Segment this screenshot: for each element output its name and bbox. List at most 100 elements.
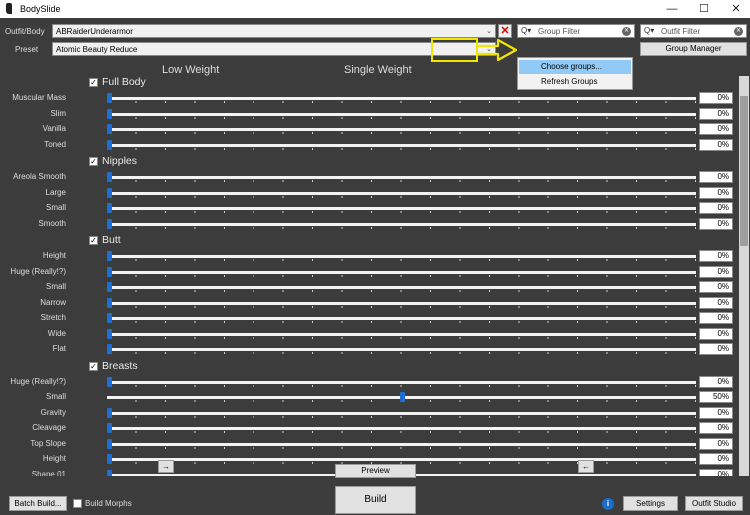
slider-value-field[interactable]: 0%	[699, 422, 733, 434]
slider-track[interactable]	[107, 332, 696, 336]
slider-track[interactable]	[107, 207, 696, 210]
slider-track[interactable]	[107, 97, 696, 100]
slider-value-field[interactable]: 0%	[699, 296, 733, 309]
slider-track[interactable]	[107, 112, 696, 116]
slider-track[interactable]	[107, 128, 696, 131]
slider-track[interactable]	[107, 143, 696, 147]
slider-thumb[interactable]	[107, 124, 112, 134]
group-manager-button[interactable]: Group Manager	[640, 42, 747, 56]
preview-button[interactable]: Preview	[335, 464, 416, 478]
slider-value-field[interactable]: 0%	[699, 217, 733, 230]
slider-value-field[interactable]: 0%	[699, 138, 733, 151]
slider-thumb[interactable]	[107, 407, 112, 418]
slider-value-field[interactable]: 0%	[699, 265, 733, 278]
slider-label: Large	[45, 187, 66, 197]
slider-track[interactable]	[107, 442, 696, 446]
slider-value-field[interactable]: 0%	[699, 453, 733, 465]
slider-track[interactable]	[107, 458, 696, 461]
slider-value-field[interactable]: 0%	[699, 406, 733, 419]
outfit-studio-button[interactable]: Outfit Studio	[685, 496, 743, 511]
window-title: BodySlide	[20, 4, 61, 14]
slider-track[interactable]	[107, 191, 696, 195]
slider-thumb[interactable]	[107, 344, 112, 354]
slider-value-field[interactable]: 0%	[699, 186, 733, 199]
slider-thumb[interactable]	[107, 93, 112, 103]
clear-icon[interactable]: ✕	[734, 27, 743, 36]
batch-build-button[interactable]: Batch Build...	[9, 496, 67, 511]
slider-thumb[interactable]	[107, 438, 112, 449]
group-checkbox[interactable]: ✓	[89, 157, 98, 166]
close-window-button[interactable]: ✕	[720, 0, 750, 18]
scrollbar-thumb[interactable]	[740, 96, 748, 246]
slider-thumb[interactable]	[107, 266, 112, 277]
slider-thumb[interactable]	[107, 218, 112, 229]
slider-value-field[interactable]: 0%	[699, 468, 733, 476]
slider-row: Muscular Mass 0%	[0, 91, 738, 106]
slider-thumb[interactable]	[107, 251, 112, 261]
slider-thumb[interactable]	[107, 469, 112, 476]
slider-thumb[interactable]	[107, 454, 112, 464]
slider-row: Gravity 0%	[0, 406, 738, 421]
slider-value-field[interactable]: 0%	[699, 123, 733, 135]
slider-value-field[interactable]: 0%	[699, 343, 733, 355]
slider-thumb[interactable]	[107, 172, 112, 182]
slider-track[interactable]	[107, 270, 696, 274]
settings-button[interactable]: Settings	[623, 496, 678, 511]
title-bar: BodySlide — ☐ ✕	[0, 0, 750, 18]
vertical-scrollbar[interactable]	[739, 76, 749, 476]
slider-track[interactable]	[107, 255, 696, 258]
slider-track[interactable]	[107, 222, 696, 226]
slider-thumb[interactable]	[107, 328, 112, 339]
slider-thumb[interactable]	[107, 187, 112, 198]
group-filter-input[interactable]: Q▾ Group Filter ✕	[517, 24, 635, 38]
group-checkbox[interactable]: ✓	[89, 78, 98, 87]
slider-label: Flat	[52, 344, 66, 353]
build-button[interactable]: Build	[335, 486, 416, 514]
slider-track[interactable]	[107, 411, 696, 415]
slider-value-field[interactable]: 0%	[699, 202, 733, 214]
slider-value-field[interactable]: 0%	[699, 437, 733, 450]
outfit-filter-input[interactable]: Q▾ Outfit Filter ✕	[640, 24, 747, 38]
maximize-button[interactable]: ☐	[688, 0, 720, 18]
group-checkbox[interactable]: ✓	[89, 361, 98, 371]
copy-low-to-high-button[interactable]: →	[158, 460, 174, 473]
slider-ticks	[107, 259, 696, 261]
slider-thumb[interactable]	[399, 392, 405, 402]
slider-row: Narrow 0%	[0, 296, 738, 311]
slider-track[interactable]	[107, 427, 696, 430]
slider-value-field[interactable]: 0%	[699, 92, 733, 104]
slider-thumb[interactable]	[107, 313, 112, 323]
build-morphs-checkbox[interactable]	[73, 499, 82, 508]
slider-track[interactable]	[107, 348, 696, 351]
slider-value-field[interactable]: 0%	[699, 171, 733, 183]
slider-track[interactable]	[107, 317, 696, 320]
slider-thumb[interactable]	[107, 282, 112, 292]
slider-ticks	[107, 321, 696, 323]
slider-track[interactable]	[107, 301, 696, 305]
slider-thumb[interactable]	[107, 297, 112, 308]
slider-thumb[interactable]	[107, 376, 112, 387]
slider-thumb[interactable]	[107, 139, 112, 150]
slider-label: Height	[42, 454, 66, 463]
info-icon[interactable]: i	[602, 498, 614, 510]
group-checkbox[interactable]: ✓	[89, 236, 98, 245]
slider-value-field[interactable]: 50%	[699, 391, 733, 403]
search-icon: Q▾	[521, 26, 532, 35]
slider-value-field[interactable]: 0%	[699, 281, 733, 293]
slider-panel: ✓ Full Body Muscular Mass 0% Slim 0% Vanilla 0%…	[0, 76, 738, 476]
minimize-button[interactable]: —	[656, 0, 688, 18]
slider-thumb[interactable]	[107, 423, 112, 433]
clear-icon[interactable]: ✕	[622, 27, 631, 36]
slider-track[interactable]	[107, 380, 696, 384]
slider-thumb[interactable]	[107, 108, 112, 119]
slider-value-field[interactable]: 0%	[699, 312, 733, 324]
slider-value-field[interactable]: 0%	[699, 107, 733, 120]
slider-track[interactable]	[107, 286, 696, 289]
slider-value-field[interactable]: 0%	[699, 375, 733, 388]
menu-item-choose-groups[interactable]: Choose groups...	[519, 60, 631, 74]
copy-high-to-low-button[interactable]: ←	[578, 460, 594, 473]
slider-value-field[interactable]: 0%	[699, 250, 733, 262]
slider-value-field[interactable]: 0%	[699, 327, 733, 340]
slider-track[interactable]	[107, 176, 696, 179]
slider-thumb[interactable]	[107, 203, 112, 213]
